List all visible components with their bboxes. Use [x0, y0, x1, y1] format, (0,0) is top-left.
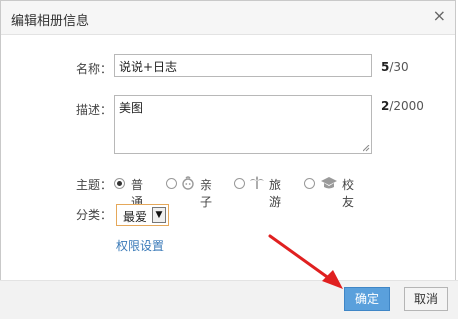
annotation-arrow-icon: [268, 234, 343, 289]
